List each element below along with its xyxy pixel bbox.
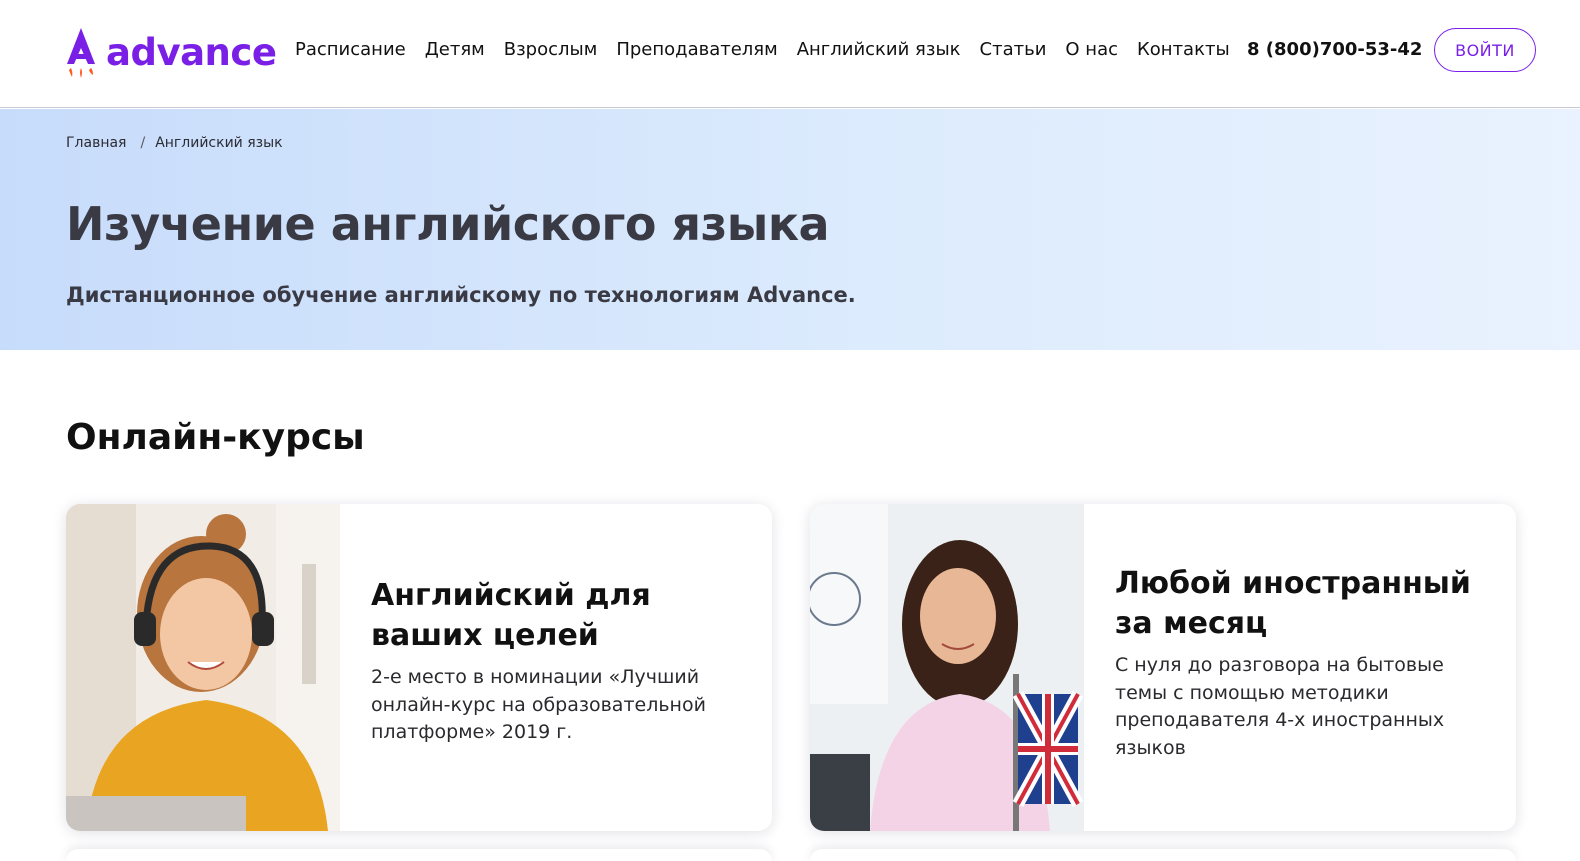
breadcrumb-home[interactable]: Главная [66,135,126,151]
nav-item-schedule[interactable]: Расписание [295,36,406,64]
course-title: Английский для ваших целей [371,578,651,653]
breadcrumb-current: Английский язык [155,135,283,151]
logo[interactable]: advance [64,26,277,78]
page-subtitle: Дистанционное обучение английскому по те… [66,283,856,307]
login-button[interactable]: ВОЙТИ [1434,28,1536,72]
course-card-any-language[interactable]: Любой иностранный за месяц С нуля до раз… [810,504,1516,831]
nav-item-teachers[interactable]: Преподавателям [616,36,777,64]
course-description: 2-е место в номинации «Лучший онлайн-кур… [371,666,706,743]
logo-text: advance [106,30,277,74]
breadcrumb: Главная / Английский язык [66,135,283,151]
course-title: Любой иностранный за месяц [1115,566,1471,641]
next-card-edge [66,849,772,861]
page-title: Изучение английского языка [66,197,830,251]
hero-banner: Главная / Английский язык Изучение англи… [0,109,1580,350]
course-image-girl-flag [810,504,1084,831]
site-header: advance Расписание Детям Взрослым Препод… [0,0,1580,108]
section-title-online-courses: Онлайн-курсы [66,417,365,458]
nav-item-about[interactable]: О нас [1065,36,1118,64]
course-description: С нуля до разговора на бытовые темы с по… [1115,654,1445,759]
nav-item-articles[interactable]: Статьи [980,36,1047,64]
nav-item-contacts[interactable]: Контакты [1137,36,1230,64]
next-card-edge [810,849,1516,861]
course-image-girl-headphones [66,504,340,831]
rocket-logo-icon [64,26,98,78]
nav-item-english[interactable]: Английский язык [797,36,961,64]
nav-item-kids[interactable]: Детям [425,36,485,64]
nav-item-adults[interactable]: Взрослым [504,36,598,64]
breadcrumb-separator: / [140,135,146,151]
course-card-english-goals[interactable]: Английский для ваших целей 2-е место в н… [66,504,772,831]
main-nav: Расписание Детям Взрослым Преподавателям… [295,36,1249,64]
phone-link[interactable]: 8 (800)700-53-42 [1247,36,1422,64]
